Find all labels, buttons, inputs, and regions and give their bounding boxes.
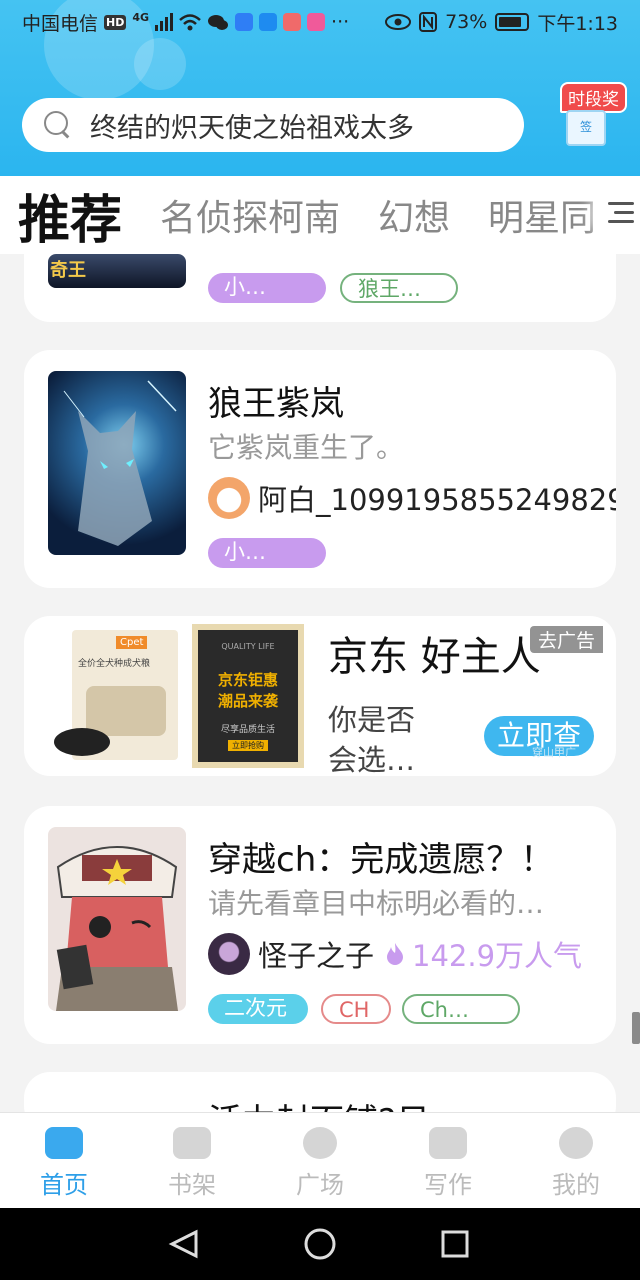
nav-bookshelf[interactable]: 书架 (128, 1113, 256, 1208)
story-card-partial[interactable]: 奇王 小… 狼王… (24, 254, 616, 322)
search-app-icon (235, 13, 254, 31)
system-nav-icons (168, 1228, 469, 1260)
story-card[interactable]: 狼王紫岚 它紫岚重生了。 阿白_109919585524982913 小… (24, 350, 616, 588)
clock: 下午1:13 (537, 12, 618, 35)
tag-pill[interactable]: Ch… (402, 994, 520, 1024)
tag-pill[interactable]: 二次元 (208, 994, 308, 1024)
poster-headline: 京东钜惠潮品来袭 (217, 671, 278, 710)
wifi-icon (179, 14, 201, 31)
nav-plaza[interactable]: 广场 (256, 1113, 384, 1208)
nav-label: 我的 (552, 1171, 600, 1199)
dog-photo (86, 686, 166, 736)
ad-card[interactable]: Cpet 全价全犬种成犬粮 QUALITY LIFE 京东钜惠潮品来袭 尽享品质… (24, 616, 616, 776)
bag-text: 全价全犬种成犬粮 (78, 659, 151, 669)
tab-fantasy[interactable]: 幻想 (378, 189, 450, 241)
tag-pill[interactable]: 小… (208, 538, 326, 568)
jd-poster-image: QUALITY LIFE 京东钜惠潮品来袭 尽享品质生活 立即抢购 (192, 624, 304, 768)
tag-pill[interactable]: 小… (208, 273, 326, 303)
profile-icon (559, 1127, 593, 1159)
back-icon (168, 1229, 198, 1259)
tab-menu-icon[interactable] (602, 196, 634, 230)
story-title: 狼王紫岚 (208, 384, 344, 424)
nav-label: 首页 (40, 1171, 88, 1199)
story-card[interactable]: 穿越ch：完成遗愿？！ 请先看章目中标明必看的… 怪子之子 142.9万人气 二… (24, 806, 616, 1044)
home-circle-icon (304, 1228, 336, 1260)
story-description: 它紫岚重生了。 (208, 431, 405, 464)
nav-home[interactable]: 首页 (0, 1113, 128, 1208)
wechat-icon (208, 15, 229, 30)
ad-title: 京东 好主人 (328, 634, 541, 680)
nav-label: 广场 (296, 1171, 344, 1199)
avatar (208, 933, 250, 975)
decor-bubble (134, 38, 186, 90)
bookshelf-icon (173, 1127, 211, 1159)
story-description: 请先看章目中标明必看的… (208, 887, 545, 920)
ad-subtitle: 你是否会选… (328, 703, 416, 776)
remove-ad-button[interactable]: 去广告 (530, 626, 604, 653)
tag-pill[interactable]: CH (321, 994, 391, 1024)
nav-label: 书架 (168, 1171, 216, 1199)
ad-watermark: 穿山甲广 (532, 746, 576, 759)
battery-icon (495, 13, 530, 31)
search-bar[interactable]: 终结的炽天使之始祖戏太多 (22, 98, 524, 152)
hd-icon: HD (104, 14, 127, 30)
search-icon (44, 111, 72, 139)
bag-brand: Cpet (116, 636, 148, 649)
story-cover (48, 371, 186, 555)
story-author[interactable]: 怪子之子 142.9万人气 (208, 933, 582, 975)
ch-cover-image (56, 846, 178, 1011)
tag-pill[interactable]: 狼王… (340, 273, 458, 303)
write-icon (429, 1127, 467, 1159)
tab-recommend[interactable]: 推荐 (18, 178, 122, 253)
bottom-nav: 首页 书架 广场 写作 我的 (0, 1112, 640, 1208)
food-bowl (54, 728, 110, 756)
network-type: 4G (132, 10, 150, 24)
dog-food-ad-image: Cpet 全价全犬种成犬粮 (54, 624, 184, 768)
tab-conan[interactable]: 名侦探柯南 (160, 189, 340, 241)
checkin-gift-icon: 签 (566, 110, 606, 146)
app-notification-icon (307, 13, 326, 31)
author-name: 阿白_109919585524982913 (258, 483, 616, 517)
status-bar: 中国电信 HD 4G ··· 73% 下午1:13 (0, 0, 640, 44)
system-nav-bar (0, 1208, 640, 1280)
category-tabs: 推荐 名侦探柯南 幻想 明星同 (0, 176, 640, 254)
story-author[interactable]: 阿白_109919585524982913 (208, 477, 616, 519)
carrier-label: 中国电信 (22, 12, 99, 35)
author-name: 怪子之子 (258, 939, 375, 973)
more-notifications: ··· (331, 11, 350, 33)
avatar (208, 477, 250, 519)
story-cover (48, 827, 186, 1011)
cover-text: 奇王 (50, 260, 86, 281)
signal-icon (155, 13, 174, 31)
recents-icon (441, 1230, 469, 1258)
top-header: 中国电信 HD 4G ··· 73% 下午1:13 终结的炽天使之始祖戏太多 时… (0, 0, 640, 176)
nav-profile[interactable]: 我的 (512, 1113, 640, 1208)
popularity-count: 142.9万人气 (412, 939, 583, 973)
weather-app-icon (259, 13, 278, 31)
plaza-icon (303, 1127, 337, 1159)
poster-buy-button: 立即抢购 (228, 740, 268, 751)
nav-label: 写作 (424, 1171, 472, 1199)
nfc-icon (419, 12, 438, 32)
poster-small-text: 尽享品质生活 (220, 725, 275, 735)
story-cover: 奇王 (48, 254, 186, 288)
home-icon (45, 1127, 83, 1159)
search-hint: 终结的炽天使之始祖戏太多 (90, 112, 414, 144)
fire-icon (387, 943, 404, 965)
eye-icon (385, 14, 412, 30)
reward-tag: 时段奖 (560, 82, 627, 113)
scrollbar-thumb[interactable] (632, 1012, 640, 1044)
tab-celebrity[interactable]: 明星同 (488, 189, 596, 241)
gift-app-icon (283, 13, 302, 31)
poster-panel: QUALITY LIFE 京东钜惠潮品来袭 尽享品质生活 立即抢购 (198, 630, 298, 762)
nav-write[interactable]: 写作 (384, 1113, 512, 1208)
story-title: 穿越ch：完成遗愿？！ (208, 840, 555, 880)
wolf-cover-image (63, 380, 177, 546)
poster-top-text: QUALITY LIFE (221, 642, 275, 651)
time-reward-button[interactable]: 时段奖 签 (552, 82, 627, 152)
battery-percent: 73% (445, 11, 488, 33)
